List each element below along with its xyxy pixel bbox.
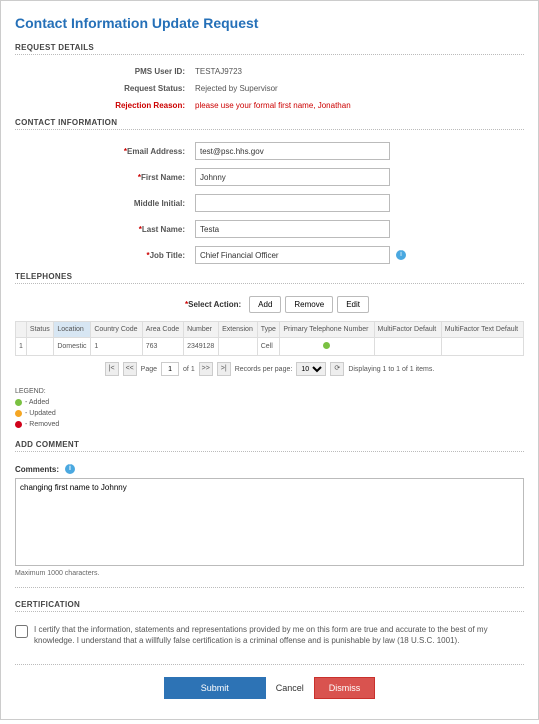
divider: [15, 283, 524, 284]
legend: LEGEND: - Added - Updated - Removed: [15, 386, 524, 430]
cancel-button[interactable]: Cancel: [276, 677, 304, 699]
dot-removed-icon: [15, 421, 22, 428]
pager-page-input[interactable]: [161, 362, 179, 376]
job-title-field[interactable]: [195, 246, 390, 264]
legend-title: LEGEND:: [15, 386, 524, 397]
table-row[interactable]: 1 Domestic 1 763 2349128 Cell: [16, 338, 524, 356]
submit-button[interactable]: Submit: [164, 677, 266, 699]
divider: [15, 451, 524, 452]
pms-user-id-value: TESTAJ9723: [195, 67, 242, 76]
col-primary[interactable]: Primary Telephone Number: [280, 322, 374, 338]
info-icon[interactable]: i: [396, 250, 406, 260]
pager-rpp-label: Records per page:: [235, 366, 293, 373]
certification-checkbox[interactable]: [15, 625, 28, 638]
pager-display-text: Displaying 1 to 1 of 1 items.: [348, 366, 434, 373]
info-icon[interactable]: i: [65, 464, 75, 474]
legend-added: - Added: [25, 397, 49, 408]
pager-page-label: Page: [141, 366, 157, 373]
row-index: 1: [16, 338, 27, 356]
row-type: Cell: [257, 338, 280, 356]
rejection-reason-label: Rejection Reason:: [15, 101, 195, 110]
col-extension[interactable]: Extension: [219, 322, 258, 338]
divider: [15, 611, 524, 612]
comments-textarea[interactable]: [15, 478, 524, 566]
pager: |< << Page of 1 >> >| Records per page: …: [15, 362, 524, 376]
dot-updated-icon: [15, 410, 22, 417]
dot-added-icon: [15, 399, 22, 406]
pms-user-id-label: PMS User ID:: [15, 67, 195, 76]
pager-of-label: of 1: [183, 366, 195, 373]
edit-button[interactable]: Edit: [337, 296, 369, 313]
divider: [15, 54, 524, 55]
select-action-label: Select Action:: [185, 300, 241, 309]
col-type[interactable]: Type: [257, 322, 280, 338]
remove-button[interactable]: Remove: [285, 296, 333, 313]
max-characters-note: Maximum 1000 characters.: [15, 570, 524, 577]
middle-initial-label: Middle Initial:: [15, 199, 195, 208]
section-add-comment: ADD COMMENT: [15, 440, 524, 449]
legend-removed: - Removed: [25, 419, 59, 430]
col-status[interactable]: Status: [26, 322, 53, 338]
first-name-field[interactable]: [195, 168, 390, 186]
col-multifactor-default[interactable]: MultiFactor Default: [374, 322, 441, 338]
middle-initial-field[interactable]: [195, 194, 390, 212]
col-number[interactable]: Number: [184, 322, 219, 338]
row-extension: [219, 338, 258, 356]
section-request-details: REQUEST DETAILS: [15, 43, 524, 52]
section-telephones: TELEPHONES: [15, 272, 524, 281]
col-country-code[interactable]: Country Code: [91, 322, 142, 338]
last-name-label: Last Name:: [15, 225, 195, 234]
pager-rpp-select[interactable]: 10: [296, 362, 326, 376]
email-label: Email Address:: [15, 147, 195, 156]
table-header-row: Status Location Country Code Area Code N…: [16, 322, 524, 338]
certification-text: I certify that the information, statemen…: [34, 624, 524, 646]
col-multifactor-text-default[interactable]: MultiFactor Text Default: [441, 322, 523, 338]
dismiss-button[interactable]: Dismiss: [314, 677, 376, 699]
request-status-label: Request Status:: [15, 84, 195, 93]
request-status-value: Rejected by Supervisor: [195, 84, 278, 93]
page-title: Contact Information Update Request: [15, 15, 524, 31]
col-area-code[interactable]: Area Code: [142, 322, 183, 338]
row-country-code: 1: [91, 338, 142, 356]
divider: [15, 129, 524, 130]
comments-label: Comments:: [15, 465, 59, 474]
section-certification: CERTIFICATION: [15, 600, 524, 609]
divider: [15, 587, 524, 588]
divider: [15, 664, 524, 665]
legend-updated: - Updated: [25, 408, 56, 419]
pager-first-button[interactable]: |<: [105, 362, 119, 376]
email-field[interactable]: [195, 142, 390, 160]
section-contact-information: CONTACT INFORMATION: [15, 118, 524, 127]
row-area-code: 763: [142, 338, 183, 356]
telephones-table: Status Location Country Code Area Code N…: [15, 321, 524, 356]
row-location: Domestic: [54, 338, 91, 356]
job-title-label: Job Title:: [15, 251, 195, 260]
col-location[interactable]: Location: [54, 322, 91, 338]
pager-prev-button[interactable]: <<: [123, 362, 137, 376]
last-name-field[interactable]: [195, 220, 390, 238]
pager-refresh-button[interactable]: ⟳: [330, 362, 344, 376]
pager-next-button[interactable]: >>: [199, 362, 213, 376]
first-name-label: First Name:: [15, 173, 195, 182]
pager-last-button[interactable]: >|: [217, 362, 231, 376]
row-number: 2349128: [184, 338, 219, 356]
check-icon: [323, 342, 330, 349]
add-button[interactable]: Add: [249, 296, 281, 313]
rejection-reason-value: please use your formal first name, Jonat…: [195, 101, 351, 110]
